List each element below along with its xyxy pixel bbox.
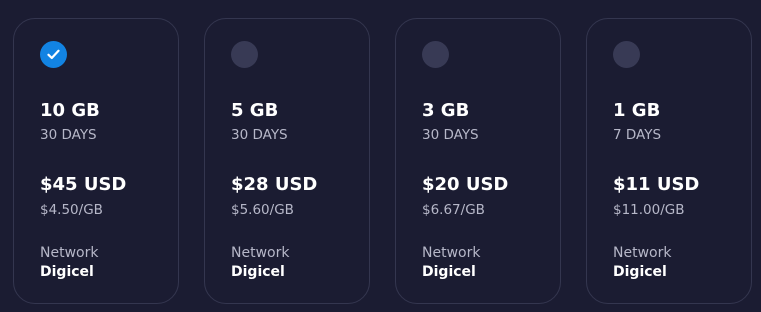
- plan-price: $11 USD: [613, 174, 700, 195]
- plan-card-1gb[interactable]: 1 GB 7 DAYS $11 USD $11.00/GB Network Di…: [586, 18, 752, 304]
- plan-network-label: Network: [231, 245, 290, 261]
- plan-unit-price: $6.67/GB: [422, 202, 485, 218]
- plan-network-name: Digicel: [422, 264, 476, 280]
- plan-unit-price: $11.00/GB: [613, 202, 685, 218]
- plan-card-3gb[interactable]: 3 GB 30 DAYS $20 USD $6.67/GB Network Di…: [395, 18, 561, 304]
- plan-card-5gb[interactable]: 5 GB 30 DAYS $28 USD $5.60/GB Network Di…: [204, 18, 370, 304]
- plan-price: $28 USD: [231, 174, 318, 195]
- plan-radio-3gb[interactable]: [422, 41, 449, 68]
- check-icon: [47, 49, 60, 60]
- plan-unit-price: $4.50/GB: [40, 202, 103, 218]
- plan-data-amount: 3 GB: [422, 100, 470, 121]
- plan-data-amount: 10 GB: [40, 100, 100, 121]
- plan-data-amount: 1 GB: [613, 100, 661, 121]
- plan-network-name: Digicel: [231, 264, 285, 280]
- plan-network-name: Digicel: [40, 264, 94, 280]
- plan-radio-5gb[interactable]: [231, 41, 258, 68]
- plan-validity: 30 DAYS: [40, 127, 97, 143]
- plan-radio-10gb[interactable]: [40, 41, 67, 68]
- plan-network-label: Network: [422, 245, 481, 261]
- plan-data-amount: 5 GB: [231, 100, 279, 121]
- plan-price: $45 USD: [40, 174, 127, 195]
- plan-price: $20 USD: [422, 174, 509, 195]
- plan-validity: 30 DAYS: [231, 127, 288, 143]
- plan-network-label: Network: [40, 245, 99, 261]
- plan-card-10gb[interactable]: 10 GB 30 DAYS $45 USD $4.50/GB Network D…: [13, 18, 179, 304]
- plan-radio-1gb[interactable]: [613, 41, 640, 68]
- plan-validity: 7 DAYS: [613, 127, 662, 143]
- plan-network-name: Digicel: [613, 264, 667, 280]
- plan-unit-price: $5.60/GB: [231, 202, 294, 218]
- plan-validity: 30 DAYS: [422, 127, 479, 143]
- plan-network-label: Network: [613, 245, 672, 261]
